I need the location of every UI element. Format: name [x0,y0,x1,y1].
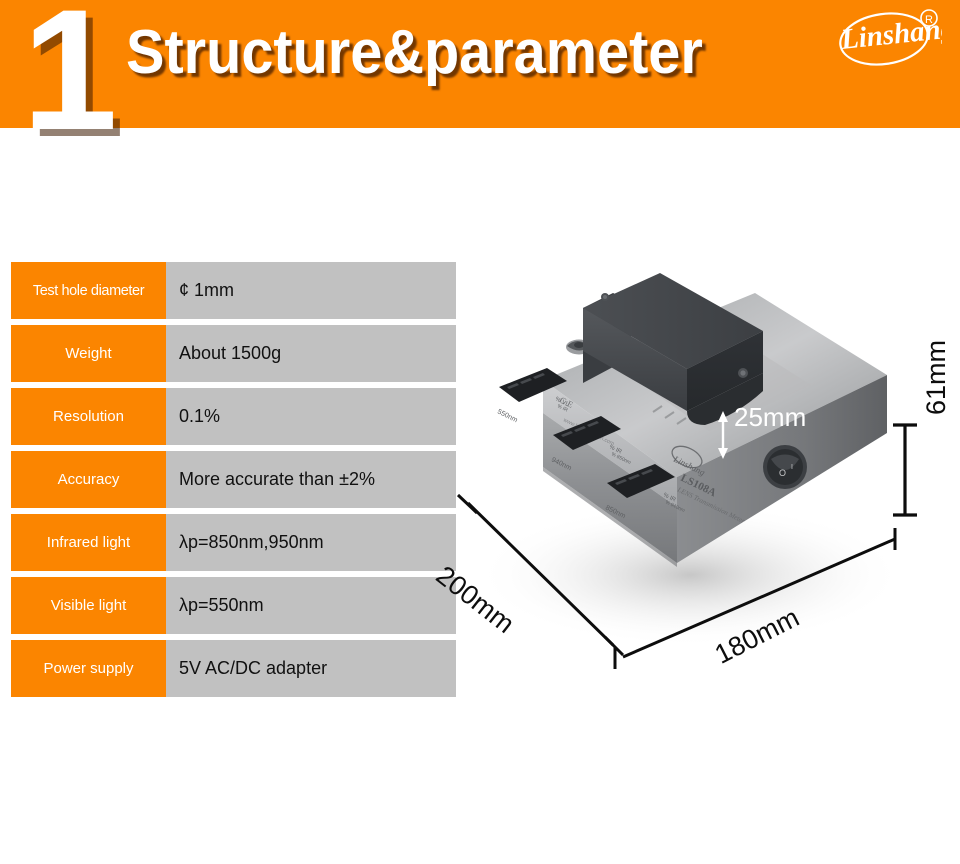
spec-value: λp=850nm,950nm [166,514,456,571]
spec-label: Visible light [11,577,166,634]
spec-label: Test hole diameter [11,262,166,319]
spec-label: Accuracy [11,451,166,508]
page-root: 1 Structure&parameter Linshang R Test ho… [0,0,960,864]
svg-text:550nm: 550nm [496,409,518,425]
dimension-gap-label: 25mm [734,402,807,432]
spec-table: Test hole diameter ¢ 1mm Weight About 15… [11,262,456,703]
linshang-logo: Linshang R [832,6,942,68]
device-svg: C E www.linshangtech.com II II [456,273,917,669]
table-row: Accuracy More accurate than ±2% [11,451,456,508]
table-row: Power supply 5V AC/DC adapter [11,640,456,697]
table-row: Test hole diameter ¢ 1mm [11,262,456,319]
power-switch-icon: O I [763,445,807,489]
device-illustration: C E www.linshangtech.com II II [431,245,960,710]
table-row: Resolution 0.1% [11,388,456,445]
svg-text:I: I [791,464,793,471]
svg-text:O: O [779,468,786,478]
section-number: 1 [22,0,118,166]
table-row: Infrared light λp=850nm,950nm [11,514,456,571]
spec-value: ¢ 1mm [166,262,456,319]
spec-value: More accurate than ±2% [166,451,456,508]
spec-label: Resolution [11,388,166,445]
table-row: Weight About 1500g [11,325,456,382]
spec-label: Infrared light [11,514,166,571]
table-row: Visible light λp=550nm [11,577,456,634]
svg-text:R: R [925,14,933,26]
page-title: Structure&parameter [126,18,703,87]
spec-label: Weight [11,325,166,382]
spec-label: Power supply [11,640,166,697]
spec-value: λp=550nm [166,577,456,634]
spec-value: 0.1% [166,388,456,445]
height-dimension-line [893,423,917,517]
spec-value: About 1500g [166,325,456,382]
dimension-height-label: 61mm [921,339,951,415]
spec-value: 5V AC/DC adapter [166,640,456,697]
